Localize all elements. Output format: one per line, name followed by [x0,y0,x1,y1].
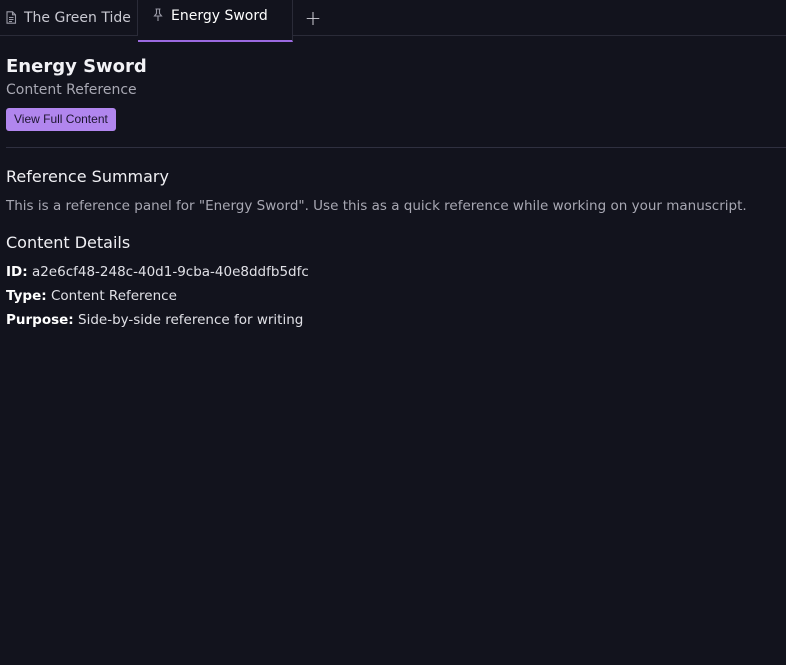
tab-label: The Green Tide [24,9,131,26]
detail-purpose-label: Purpose: [6,312,74,328]
add-tab-button[interactable]: + [293,0,333,35]
reference-panel: Energy Sword Content Reference View Full… [0,56,786,329]
detail-type-value: Content Reference [50,288,177,304]
detail-type-label: Type: [6,288,47,304]
detail-id-label: ID: [6,264,28,280]
view-full-content-button[interactable]: View Full Content [6,108,116,131]
detail-purpose-value: Side-by-side reference for writing [78,312,304,328]
detail-id: ID: a2e6cf48-248c-40d1-9cba-40e8ddfb5dfc [6,263,780,281]
tab-the-green-tide[interactable]: The Green Tide [0,0,138,35]
content-details-list: ID: a2e6cf48-248c-40d1-9cba-40e8ddfb5dfc… [6,263,780,329]
document-icon [4,11,18,25]
tab-energy-sword[interactable]: Energy Sword [138,0,293,42]
tab-label: Energy Sword [171,8,268,24]
tab-bar: The Green Tide Energy Sword + [0,0,786,42]
detail-purpose: Purpose: Side-by-side reference for writ… [6,311,780,329]
page-subtitle: Content Reference [6,82,137,98]
pin-icon[interactable] [151,8,165,22]
page-title: Energy Sword [6,56,147,77]
divider [6,147,786,148]
reference-summary-text: This is a reference panel for "Energy Sw… [6,198,747,214]
detail-id-value: a2e6cf48-248c-40d1-9cba-40e8ddfb5dfc [31,264,309,280]
detail-type: Type: Content Reference [6,287,780,305]
content-details-heading: Content Details [6,233,131,252]
reference-summary-heading: Reference Summary [6,167,169,186]
plus-icon: + [304,5,322,30]
